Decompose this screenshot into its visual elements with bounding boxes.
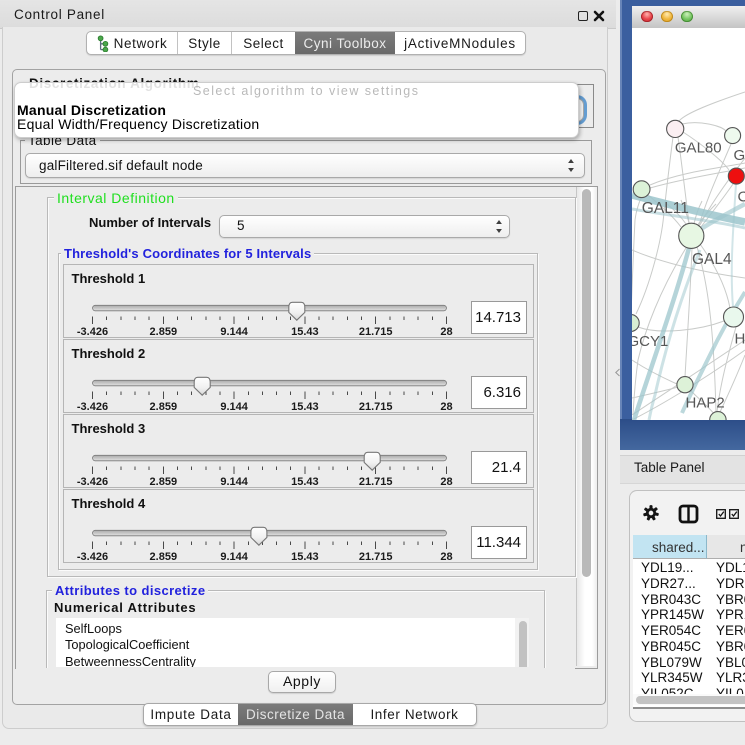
svg-text:GA: GA (734, 147, 745, 164)
svg-text:-3.426: -3.426 (76, 326, 107, 338)
svg-text:15.43: 15.43 (291, 326, 319, 338)
svg-text:9.144: 9.144 (220, 401, 248, 413)
svg-text:15.43: 15.43 (291, 401, 319, 413)
svg-text:28: 28 (440, 326, 452, 338)
svg-text:9.144: 9.144 (220, 326, 248, 338)
svg-text:28: 28 (440, 551, 452, 563)
svg-text:2.859: 2.859 (149, 326, 177, 338)
svg-text:C: C (738, 189, 745, 206)
svg-text:21.715: 21.715 (358, 326, 392, 338)
svg-text:21.715: 21.715 (358, 551, 392, 563)
svg-text:9.144: 9.144 (220, 476, 248, 488)
svg-text:GAL80: GAL80 (675, 140, 722, 157)
svg-text:H: H (735, 331, 745, 348)
svg-text:21.715: 21.715 (358, 476, 392, 488)
svg-text:28: 28 (440, 476, 452, 488)
svg-text:-3.426: -3.426 (76, 551, 107, 563)
svg-text:-3.426: -3.426 (76, 476, 107, 488)
svg-text:2.859: 2.859 (149, 401, 177, 413)
svg-text:9.144: 9.144 (220, 551, 248, 563)
svg-text:21.715: 21.715 (358, 401, 392, 413)
svg-text:GCY1: GCY1 (632, 333, 668, 350)
svg-text:GAL4: GAL4 (692, 251, 732, 268)
svg-text:2.859: 2.859 (149, 476, 177, 488)
svg-text:-3.426: -3.426 (76, 401, 107, 413)
svg-text:28: 28 (440, 401, 452, 413)
svg-text:GAL11: GAL11 (642, 200, 689, 217)
svg-text:HAP2: HAP2 (686, 395, 725, 412)
svg-text:15.43: 15.43 (291, 551, 319, 563)
svg-text:2.859: 2.859 (149, 551, 177, 563)
svg-text:15.43: 15.43 (291, 476, 319, 488)
